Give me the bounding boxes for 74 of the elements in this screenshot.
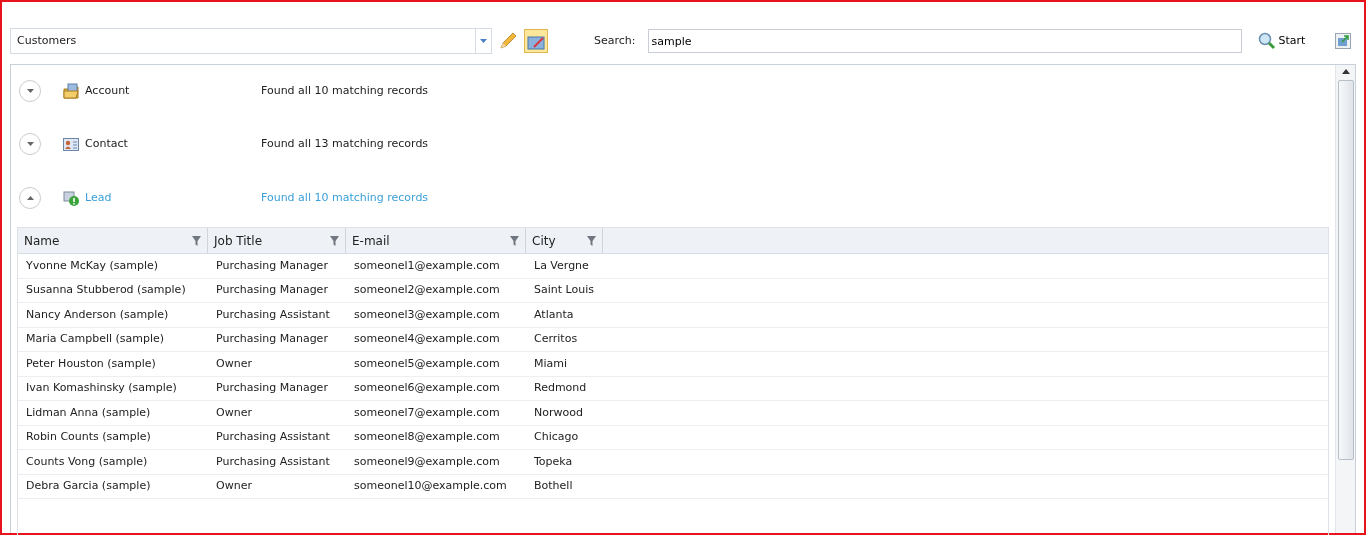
popout-icon[interactable] — [1335, 33, 1352, 49]
column-header[interactable]: E-mail — [346, 228, 526, 253]
table-cell-text: Bothell — [533, 478, 574, 494]
collapse-arrow-icon — [26, 196, 34, 200]
filter-icon[interactable] — [587, 235, 596, 246]
table-cell-text: Lidman Anna (sample) — [25, 404, 152, 421]
table-cell-text: someonel3@example.com — [353, 306, 501, 323]
table-cell-text: someonel8@example.com — [353, 429, 501, 445]
entity-name[interactable]: Account — [85, 82, 130, 100]
table-cell-text: someonel4@example.com — [353, 331, 501, 347]
filter-icon[interactable] — [330, 235, 339, 246]
table-cell-text: someonel10@example.com — [353, 478, 508, 494]
table-cell-text: someonel1@example.com — [353, 257, 501, 274]
table-cell-text: Maria Campbell (sample) — [25, 331, 166, 347]
expand-toggle[interactable] — [19, 80, 41, 102]
table-cell-text: Purchasing Manager — [215, 380, 329, 396]
table-cell-text: Peter Houston (sample) — [25, 355, 157, 372]
table-cell-text: Norwood — [533, 404, 584, 421]
table-cell-text: Purchasing Assistant — [215, 306, 331, 323]
table-cell-text: Miami — [533, 355, 569, 372]
scrollbar[interactable] — [1335, 65, 1355, 533]
table-cell-text: Cerritos — [533, 331, 579, 347]
scroll-up-icon[interactable] — [1341, 69, 1350, 74]
contact-icon — [63, 136, 79, 152]
table-cell-text: Redmond — [533, 380, 588, 396]
entity-name[interactable]: Contact — [85, 135, 128, 153]
table-cell-text: someonel5@example.com — [353, 355, 501, 372]
table-cell-text: someonel9@example.com — [353, 453, 501, 470]
filter-icon[interactable] — [510, 235, 519, 246]
table-cell-text: Ivan Komashinsky (sample) — [25, 380, 178, 396]
search-field[interactable]: sample — [647, 29, 1242, 53]
result-summary: Found all 10 matching records — [261, 189, 429, 206]
column-header[interactable]: City — [526, 228, 603, 253]
table-cell-text: Owner — [215, 355, 253, 372]
search-label: Search: — [594, 32, 636, 49]
table-cell-text: Purchasing Manager — [215, 331, 329, 347]
table-cell-text: Purchasing Assistant — [215, 429, 331, 445]
table-cell-text: someonel6@example.com — [353, 380, 501, 396]
edit-form-icon[interactable] — [524, 29, 548, 53]
table-cell-text: someonel2@example.com — [353, 282, 501, 298]
table-cell-text: Saint Louis — [533, 282, 595, 298]
table-cell-text: Counts Vong (sample) — [25, 453, 149, 470]
table-cell-text: Susanna Stubberod (sample) — [25, 282, 187, 298]
pencil-icon[interactable] — [498, 31, 518, 51]
result-summary: Found all 10 matching records — [261, 82, 429, 99]
table-cell-text: Owner — [215, 478, 253, 494]
table-cell-text: Owner — [215, 404, 253, 421]
view-dropdown[interactable]: Customers — [10, 28, 492, 54]
table-cell-text: Atlanta — [533, 306, 575, 323]
table-cell-text: Nancy Anderson (sample) — [25, 306, 170, 323]
column-header[interactable]: Name — [18, 228, 208, 253]
table-cell-text: Purchasing Manager — [215, 282, 329, 298]
table-cell-text: Purchasing Assistant — [215, 453, 331, 470]
lead-icon — [63, 190, 79, 206]
expand-arrow-icon — [26, 89, 34, 93]
column-header[interactable]: Job Title — [208, 228, 346, 253]
account-icon — [63, 83, 79, 99]
table-cell-text: La Vergne — [533, 257, 590, 274]
expand-arrow-icon — [26, 142, 34, 146]
table-cell-text: Yvonne McKay (sample) — [25, 257, 160, 274]
result-summary: Found all 13 matching records — [261, 135, 429, 152]
table-cell-text: Debra Garcia (sample) — [25, 478, 152, 494]
table-cell-text: Purchasing Manager — [215, 257, 329, 274]
search-icon — [1257, 32, 1276, 50]
table-cell-text: Topeka — [533, 453, 574, 470]
filter-icon[interactable] — [192, 235, 201, 246]
start-button[interactable]: Start — [1257, 32, 1306, 50]
table-cell-text: Robin Counts (sample) — [25, 429, 152, 445]
table-cell-text: Chicago — [533, 429, 580, 445]
expand-toggle[interactable] — [19, 133, 41, 155]
table-cell-text: someonel7@example.com — [353, 404, 501, 421]
expand-toggle[interactable] — [19, 187, 41, 209]
caret-icon — [480, 39, 487, 43]
scroll-thumb[interactable] — [1337, 80, 1354, 460]
